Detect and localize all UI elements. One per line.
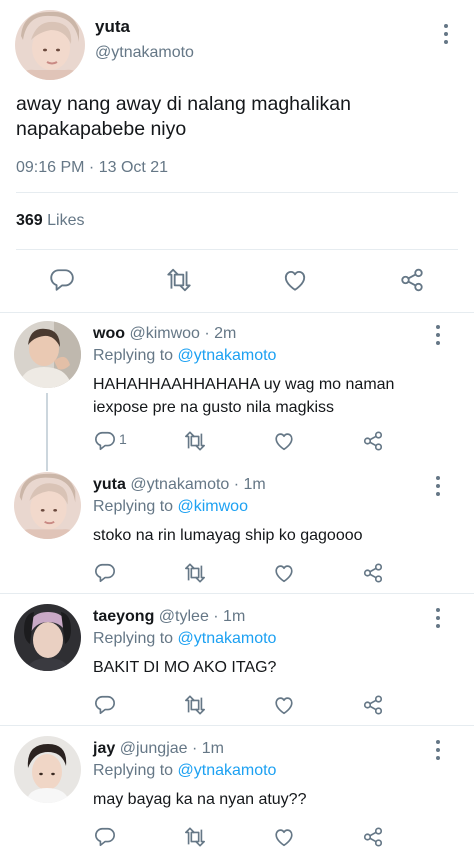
more-icon[interactable] (432, 608, 444, 628)
retweet-icon[interactable] (180, 558, 210, 588)
likes-stat[interactable]: 369 Likes (16, 212, 85, 230)
more-icon[interactable] (432, 740, 444, 760)
retweet-icon[interactable] (164, 265, 194, 295)
avatar[interactable] (14, 736, 81, 803)
replying-to-label: Replying to (93, 762, 174, 779)
tweet-actions (0, 265, 474, 297)
reply-actions (0, 558, 474, 584)
reply-text: HAHAHHAAHHAHAHA uy wag mo naman iexpose … (93, 373, 453, 419)
reply-tweet[interactable]: jay @jungjae · 1m Replying to @ytnakamot… (0, 726, 474, 857)
reply-count: 1 (119, 431, 127, 447)
more-icon[interactable] (440, 24, 452, 44)
like-icon[interactable] (269, 558, 299, 588)
reply-text-line: may bayag ka na nyan atuy?? (93, 791, 307, 808)
tweet-text-line: away nang away di nalang maghalikan (16, 93, 351, 115)
reply-text-line: stoko na rin lumayag ship ko gagoooo (93, 527, 363, 544)
reply-tweet[interactable]: woo @kimwoo · 2m Replying to @ytnakamoto… (0, 313, 474, 471)
retweet-icon[interactable] (180, 822, 210, 852)
reply-text-line: HAHAHHAAHHAHAHA uy wag mo naman (93, 376, 395, 393)
avatar[interactable] (14, 321, 81, 388)
divider (16, 192, 458, 193)
avatar[interactable] (14, 604, 81, 671)
author-name[interactable]: yuta (93, 476, 126, 493)
share-icon[interactable] (358, 690, 388, 720)
more-icon[interactable] (432, 325, 444, 345)
replying-to-label: Replying to (93, 498, 174, 515)
replying-to-mention[interactable]: @kimwoo (178, 498, 248, 515)
author-name[interactable]: woo (93, 325, 125, 342)
divider (16, 249, 458, 250)
reply-tweet[interactable]: taeyong @tylee · 1m Replying to @ytnakam… (0, 594, 474, 725)
share-icon[interactable] (358, 426, 388, 456)
author-handle-time[interactable]: @tylee · 1m (159, 608, 245, 625)
reply-icon[interactable] (90, 690, 120, 720)
replying-to-mention[interactable]: @ytnakamoto (178, 762, 277, 779)
replying-to-mention[interactable]: @ytnakamoto (178, 347, 277, 364)
replying-to: Replying to @ytnakamoto (93, 347, 276, 365)
likes-label: Likes (47, 212, 85, 229)
replying-to-mention[interactable]: @ytnakamoto (178, 630, 277, 647)
replying-to-label: Replying to (93, 630, 174, 647)
reply-text-line: iexpose pre na gusto nila magkiss (93, 399, 335, 416)
reply-actions (0, 690, 474, 716)
reply-text: may bayag ka na nyan atuy?? (93, 788, 453, 811)
share-icon[interactable] (358, 822, 388, 852)
share-icon[interactable] (397, 265, 427, 295)
reply-text: stoko na rin lumayag ship ko gagoooo (93, 524, 453, 547)
retweet-icon[interactable] (180, 690, 210, 720)
tweet-text-line: napakapabebe niyo (16, 118, 187, 140)
reply-icon[interactable] (90, 426, 120, 456)
reply-icon[interactable] (90, 822, 120, 852)
main-tweet: yuta @ytnakamoto away nang away di nalan… (0, 0, 474, 312)
retweet-icon[interactable] (180, 426, 210, 456)
avatar[interactable] (14, 472, 81, 539)
likes-count: 369 (16, 212, 43, 229)
replying-to: Replying to @ytnakamoto (93, 762, 276, 780)
more-icon[interactable] (432, 476, 444, 496)
avatar[interactable] (15, 10, 85, 80)
reply-text: BAKIT DI MO AKO ITAG? (93, 656, 453, 679)
author-handle[interactable]: @ytnakamoto (95, 44, 194, 62)
replying-to: Replying to @kimwoo (93, 498, 248, 516)
reply-icon[interactable] (47, 265, 77, 295)
like-icon[interactable] (280, 265, 310, 295)
reply-header: taeyong @tylee · 1m (93, 608, 245, 626)
reply-header: yuta @ytnakamoto · 1m (93, 476, 266, 494)
like-icon[interactable] (269, 822, 299, 852)
share-icon[interactable] (358, 558, 388, 588)
reply-actions: 1 (0, 426, 474, 452)
replying-to-label: Replying to (93, 347, 174, 364)
reply-actions (0, 822, 474, 848)
author-name[interactable]: jay (93, 740, 115, 757)
reply-header: woo @kimwoo · 2m (93, 325, 236, 343)
author-handle-time[interactable]: @kimwoo · 2m (129, 325, 236, 342)
replying-to: Replying to @ytnakamoto (93, 630, 276, 648)
reply-tweet[interactable]: yuta @ytnakamoto · 1m Replying to @kimwo… (0, 461, 474, 593)
author-name[interactable]: yuta (95, 17, 130, 37)
reply-header: jay @jungjae · 1m (93, 740, 224, 758)
like-icon[interactable] (269, 690, 299, 720)
reply-icon[interactable] (90, 558, 120, 588)
like-icon[interactable] (269, 426, 299, 456)
author-name[interactable]: taeyong (93, 608, 154, 625)
tweet-timestamp[interactable]: 09:16 PM · 13 Oct 21 (16, 159, 168, 177)
author-handle-time[interactable]: @jungjae · 1m (120, 740, 224, 757)
author-handle-time[interactable]: @ytnakamoto · 1m (130, 476, 265, 493)
tweet-text: away nang away di nalang maghalikan napa… (16, 92, 456, 142)
reply-text-line: BAKIT DI MO AKO ITAG? (93, 659, 277, 676)
